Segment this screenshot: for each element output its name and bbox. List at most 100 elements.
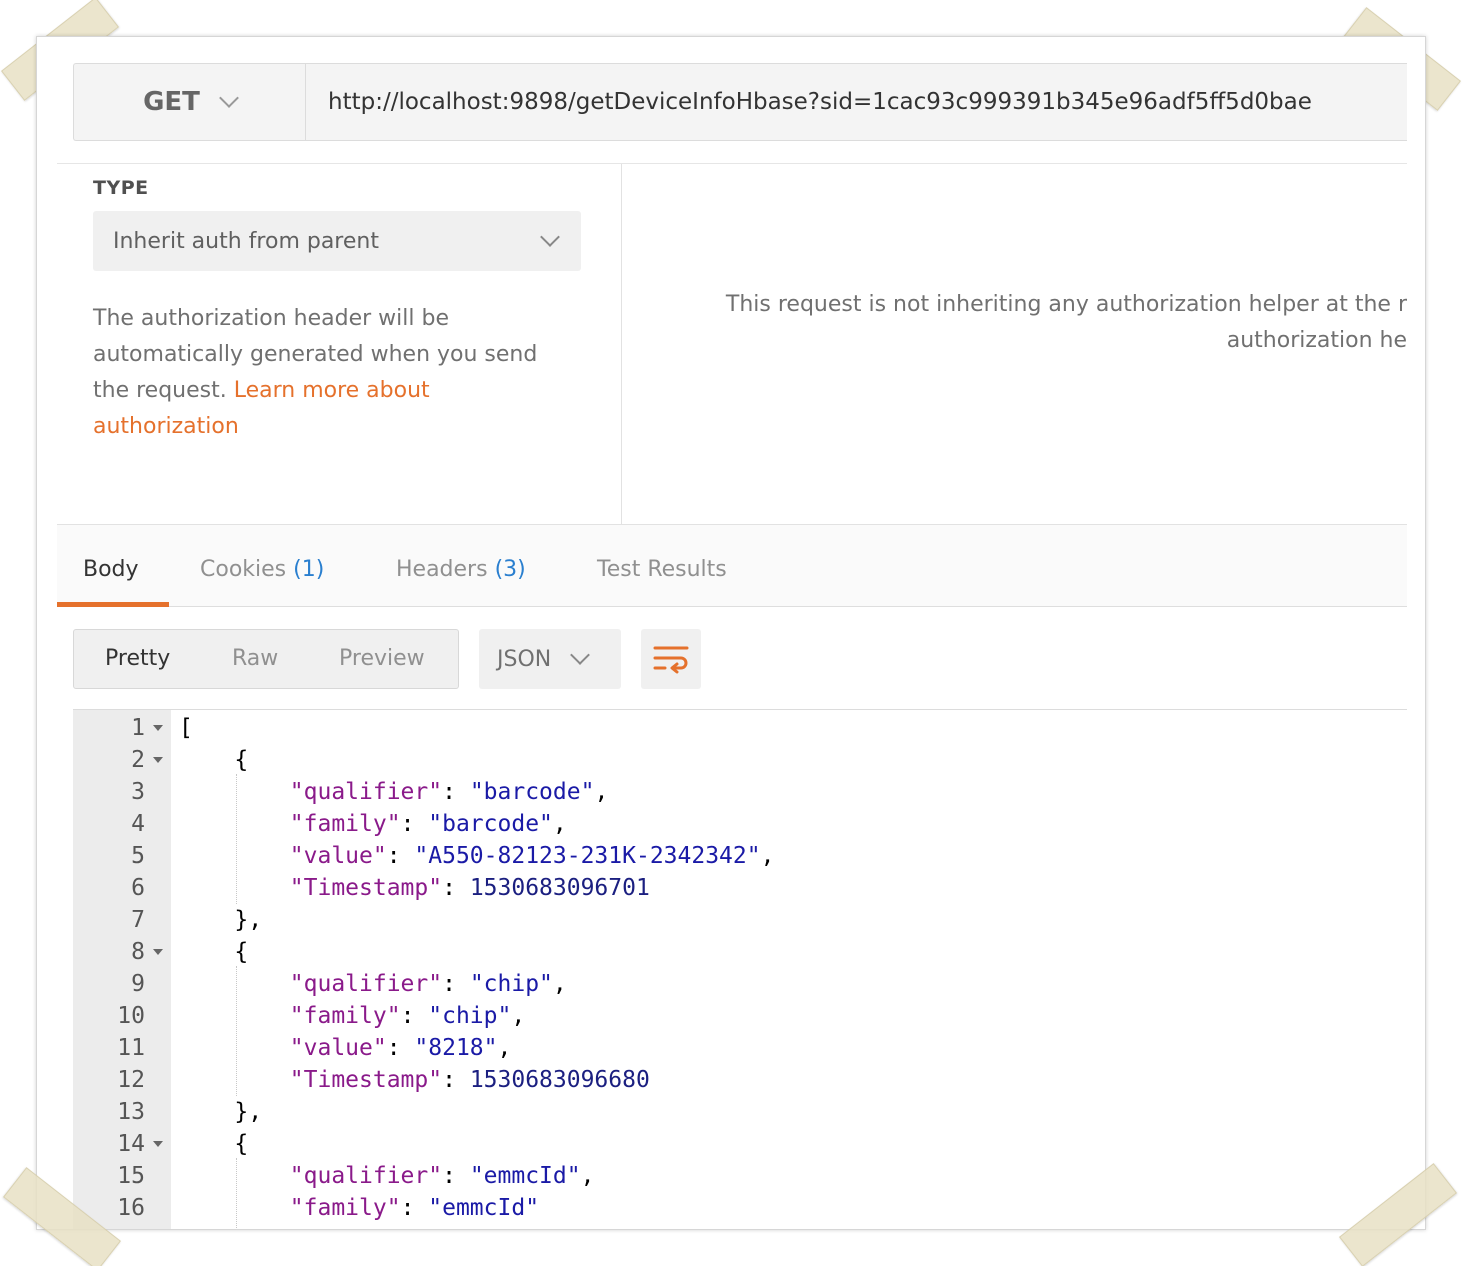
json-key: "qualifier"	[289, 971, 443, 997]
code-line: "family": "emmcId"	[179, 1192, 539, 1224]
auth-type-label: TYPE	[93, 177, 149, 199]
json-punctuation	[179, 779, 290, 805]
request-url-bar: GET http://localhost:9898/getDeviceInfoH…	[73, 63, 1407, 141]
view-raw-button[interactable]: Raw	[232, 646, 278, 671]
line-number: 1	[131, 715, 145, 741]
postman-panel: GET http://localhost:9898/getDeviceInfoH…	[57, 37, 1407, 1229]
line-number: 2	[131, 747, 145, 773]
response-body-editor[interactable]: 1 2 3 4 5 6 7 8 9 10 11 12 13 14 15 16 [ { "qualifier":…	[73, 709, 1407, 1229]
view-pretty-button[interactable]: Pretty	[105, 646, 170, 671]
method-select[interactable]: GET	[74, 64, 306, 140]
json-punctuation: :	[400, 1003, 429, 1029]
code-line: "family": "barcode",	[179, 808, 567, 840]
format-select[interactable]: JSON	[479, 629, 621, 689]
code-line: {	[179, 936, 248, 968]
auth-type-value: Inherit auth from parent	[113, 228, 379, 254]
json-punctuation	[179, 1195, 290, 1221]
json-punctuation	[179, 1067, 290, 1093]
format-value: JSON	[497, 646, 552, 672]
wrap-lines-icon	[653, 646, 689, 674]
json-key: "family"	[289, 1195, 401, 1221]
json-punctuation	[179, 843, 290, 869]
line-number: 8	[131, 939, 145, 965]
auth-type-select[interactable]: Inherit auth from parent	[93, 211, 581, 271]
json-punctuation	[179, 811, 290, 837]
fold-toggle-icon[interactable]	[153, 949, 163, 955]
json-punctuation: ,	[511, 1003, 526, 1029]
json-string: "chip"	[469, 971, 553, 997]
url-input[interactable]: http://localhost:9898/getDeviceInfoHbase…	[306, 64, 1407, 140]
tab-cookies[interactable]: Cookies (1)	[200, 557, 324, 582]
code-line: "Timestamp": 1530683096680	[179, 1064, 650, 1096]
fold-toggle-icon[interactable]	[153, 725, 163, 731]
tab-headers[interactable]: Headers (3)	[396, 557, 526, 582]
view-preview-button[interactable]: Preview	[339, 646, 425, 671]
code-line: },	[179, 904, 262, 936]
json-punctuation: :	[386, 843, 415, 869]
json-key: "qualifier"	[289, 779, 443, 805]
json-punctuation: ,	[497, 1035, 512, 1061]
json-punctuation: ,	[552, 971, 567, 997]
active-tab-indicator	[57, 602, 169, 607]
json-punctuation: :	[442, 779, 470, 805]
line-number: 13	[117, 1099, 145, 1125]
tab-cookies-label: Cookies	[200, 557, 287, 582]
json-punctuation: ,	[594, 779, 609, 805]
line-number: 4	[131, 811, 145, 837]
json-punctuation	[179, 1035, 290, 1061]
json-key: "Timestamp"	[289, 875, 443, 901]
json-key: "qualifier"	[289, 1163, 443, 1189]
json-key: "family"	[289, 811, 401, 837]
code-line: "Timestamp": 1530683096701	[179, 872, 650, 904]
line-number: 7	[131, 907, 145, 933]
json-punctuation: },	[179, 907, 263, 933]
json-key: "Timestamp"	[289, 1067, 443, 1093]
code-line: "family": "chip",	[179, 1000, 525, 1032]
line-number-gutter: 1 2 3 4 5 6 7 8 9 10 11 12 13 14 15 16	[73, 710, 171, 1229]
fold-toggle-icon[interactable]	[153, 1141, 163, 1147]
json-punctuation: :	[442, 971, 470, 997]
json-string: "emmcId"	[428, 1195, 540, 1221]
chevron-down-icon	[570, 645, 591, 665]
code-line: "qualifier": "barcode",	[179, 776, 609, 808]
line-number: 10	[117, 1003, 145, 1029]
json-punctuation: ,	[580, 1163, 595, 1189]
json-punctuation: :	[442, 875, 470, 901]
json-string: "8218"	[414, 1035, 498, 1061]
headers-count-badge: (3)	[494, 557, 526, 582]
json-punctuation: {	[179, 939, 249, 965]
json-punctuation: :	[400, 1195, 429, 1221]
json-punctuation	[179, 1163, 290, 1189]
auth-info-line-1: This request is not inheriting any autho…	[725, 292, 1407, 317]
code-line: },	[179, 1096, 262, 1128]
fold-toggle-icon[interactable]	[153, 757, 163, 763]
line-number: 15	[117, 1163, 145, 1189]
auth-info-message: This request is not inheriting any autho…	[623, 287, 1407, 359]
auth-info-line-2: authorization he	[1226, 328, 1407, 353]
json-punctuation: :	[386, 1035, 415, 1061]
line-number: 3	[131, 779, 145, 805]
method-label: GET	[143, 87, 200, 117]
json-punctuation: :	[442, 1067, 470, 1093]
json-string: "barcode"	[469, 779, 595, 805]
code-line: [	[179, 712, 193, 744]
wrap-lines-button[interactable]	[641, 629, 701, 689]
json-key: "value"	[289, 843, 387, 869]
line-number: 6	[131, 875, 145, 901]
line-number: 14	[117, 1131, 145, 1157]
json-string: "chip"	[428, 1003, 512, 1029]
code-line: "qualifier": "emmcId",	[179, 1160, 595, 1192]
json-number: 1530683096701	[469, 875, 650, 901]
line-number: 9	[131, 971, 145, 997]
json-punctuation	[179, 875, 290, 901]
json-punctuation: {	[179, 1131, 249, 1157]
cookies-count-badge: (1)	[293, 557, 325, 582]
tab-body[interactable]: Body	[83, 557, 139, 582]
code-line: "value": "A550-82123-231K-2342342",	[179, 840, 775, 872]
tab-headers-label: Headers	[396, 557, 488, 582]
line-number: 5	[131, 843, 145, 869]
json-punctuation: ,	[760, 843, 775, 869]
tab-test-results[interactable]: Test Results	[597, 557, 727, 582]
json-punctuation: [	[179, 715, 193, 741]
json-punctuation: :	[400, 811, 429, 837]
